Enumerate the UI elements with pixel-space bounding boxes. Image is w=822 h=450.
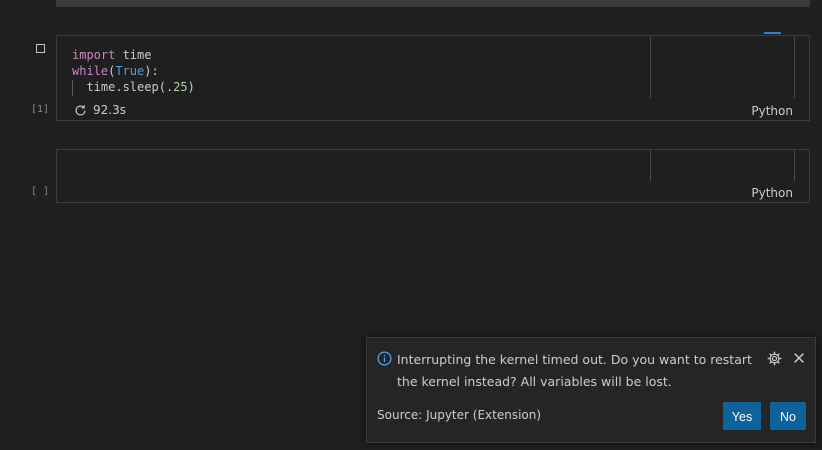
code-token: True [115,64,145,78]
focus-indicator [764,32,781,34]
notification-message: Interrupting the kernel timed out. Do yo… [397,352,752,389]
cell-status: 92.3s [74,103,126,117]
code-token: while [72,64,109,78]
execution-count: [ ] [31,186,50,197]
code-token: ): [144,64,159,78]
code-token: time [115,48,152,62]
code-editor[interactable]: import time while(True): time.sleep(.25) [72,47,195,95]
yes-button[interactable]: Yes [723,402,761,430]
code-cell[interactable]: import time while(True): time.sleep(.25)… [56,35,810,121]
close-icon[interactable] [793,352,805,367]
code-token: .25 [165,80,188,94]
language-label[interactable]: Python [751,104,793,118]
execution-time: 92.3s [93,103,126,117]
language-label[interactable]: Python [751,186,793,200]
notification-toast: Interrupting the kernel timed out. Do yo… [366,337,816,443]
refresh-icon [74,104,87,117]
code-token: ) [187,80,195,94]
editor-scrollbar-edge [794,36,795,98]
cell-stop-icon[interactable] [36,44,45,53]
info-icon [377,351,392,369]
execution-count: [1] [31,104,50,115]
code-token: import [72,48,116,62]
editor-ruler [650,36,651,98]
top-scroll-area [56,0,810,7]
code-token: time.sleep( [86,80,166,94]
code-cell[interactable]: Python [56,149,810,203]
gear-icon[interactable] [767,351,782,369]
editor-scrollbar-edge [794,150,795,181]
notification-source: Source: Jupyter (Extension) [377,408,542,422]
editor-ruler [650,150,651,181]
indent-guide [72,80,73,96]
no-button[interactable]: No [770,402,806,430]
